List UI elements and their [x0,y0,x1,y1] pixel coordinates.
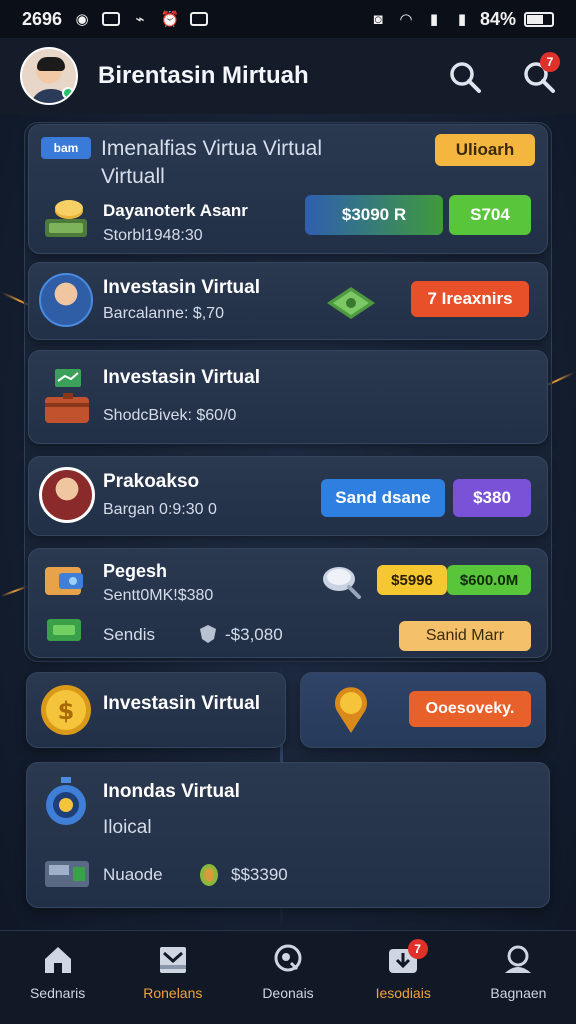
nav-label: Bagnaen [490,985,547,1001]
briefcase-chart-icon [45,369,89,423]
notification-badge: 7 [540,52,560,72]
row-1-amount-2[interactable]: S704 [449,195,531,235]
app-title: Birentasin Mirtuah [98,62,309,89]
bottom-card-line-label: Nuaode [103,865,163,884]
signal-icon: ⌁ [135,11,145,28]
row-2-subtitle: Barcalanne: $,70 [103,305,224,322]
investor-avatar [39,273,93,327]
cash-bill-icon [47,619,81,641]
svg-text:$: $ [58,697,75,725]
coin-search-icon [323,567,361,599]
cash-icon [327,287,375,319]
nav-label: Deonais [262,985,314,1001]
row-5-tag-2[interactable]: $600.0M [447,565,531,595]
status-bar: 2696 ◉ ⌁ ⏰ ◙ ◠ ▮ ▮ 84% [0,0,576,38]
row-3-subtitle: ShodcBivek: $60/0 [103,407,237,424]
bottom-card-subtitle: Iloical [103,817,152,838]
search-icon[interactable] [448,60,482,94]
online-status-icon [62,87,74,99]
row-4-button-2[interactable]: $380 [453,479,531,517]
inbox-icon [159,947,186,973]
battery-icon [524,11,554,27]
summary-title: Imenalfias Virtua Virtual [101,137,323,160]
data-saver-icon: ◉ [75,11,89,28]
nav-label: Ronelans [143,985,203,1001]
row-1-title: Dayanoterk Asanr [103,201,248,220]
investor-avatar [39,467,95,523]
cell-signal-2-icon: ▮ [457,11,467,28]
nfc-icon: ◙ [373,10,383,28]
home-icon [44,947,71,973]
row-4-subtitle: Bargan 0:9:30 0 [103,501,217,518]
row-4-button[interactable]: Sand dsane [321,479,445,517]
gallery-icon [102,12,121,26]
investment-tile[interactable]: $ Investasin Virtual [26,672,286,748]
register-icon [45,861,89,887]
investment-row[interactable]: Investasin Virtual ShodcBivek: $60/0 [28,350,548,444]
investment-card[interactable]: Inondas Virtual Iloical Nuaode $$3390 [26,762,550,908]
row-2-button[interactable]: 7 Ireaxnirs [411,281,529,317]
tile-right-button[interactable]: Ooesoveky. [409,691,531,727]
row-5-tag-1[interactable]: $5996 [377,565,447,595]
bottom-card-title: Inondas Virtual [103,781,240,802]
stopwatch-icon [46,777,86,825]
row-2-title: Investasin Virtual [103,277,260,298]
row-5-title: Pegesh [103,561,168,581]
row-5-line-value: -$3,080 [225,625,283,644]
investment-row[interactable]: Pegesh Sentt0MK!$380 $5996 $600.0M Sendi… [28,548,548,658]
gold-coin-icon: $ [41,685,91,735]
tile-left-title: Investasin Virtual [103,693,260,714]
wifi-icon: ◠ [400,11,412,28]
status-time: 2696 [22,8,63,29]
bottom-card-line-value: $$3390 [231,865,288,884]
nav-item-search[interactable]: Deonais [230,931,345,1024]
nav-label: Sednaris [29,985,86,1001]
investment-tile[interactable]: Ooesoveky. [300,672,546,748]
user-avatar[interactable] [20,47,78,105]
row-5-line-button[interactable]: Sanid Marr [399,621,531,651]
nav-item-home[interactable]: Sednaris [0,931,115,1024]
alarm-icon: ⏰ [160,11,180,28]
shield-icon [200,625,216,643]
photo-icon [190,12,209,26]
investment-row[interactable]: Prakoakso Bargan 0:9:30 0 Sand dsane $38… [28,456,548,536]
nav-item-inbox[interactable]: Ronelans [115,931,230,1024]
app-header: Birentasin Mirtuah 7 [0,38,576,114]
summary-tag: bam [41,137,91,159]
wallet-icon [45,567,83,595]
summary-card: bam Imenalfias Virtua Virtual Virtuall U… [28,124,548,254]
row-1-amount[interactable]: $3090 R [305,195,443,235]
money-stack-icon [45,200,87,237]
nav-item-profile[interactable]: Bagnaen [461,931,576,1024]
battery-percent: 84% [479,8,516,29]
investment-row[interactable]: Investasin Virtual Barcalanne: $,70 7 Ir… [28,262,548,340]
row-1-subtitle: Storbl1948:30 [103,227,203,244]
summary-title-2: Virtuall [101,165,165,188]
row-5-subtitle: Sentt0MK!$380 [103,587,214,604]
seed-icon [200,864,218,886]
profile-icon [505,945,532,973]
row-3-title: Investasin Virtual [103,367,260,388]
row-5-line-label: Sendis [103,625,155,644]
search-icon [274,944,302,972]
nav-item-downloads[interactable]: 7 Iesodiais [346,931,461,1024]
coin-pin-icon [335,687,367,733]
summary-button[interactable]: Ulioarh [435,134,535,166]
nav-badge: 7 [407,939,428,959]
bottom-navigation: Sednaris Ronelans Deonais 7 Iesodiais Ba… [0,930,576,1024]
row-4-title: Prakoakso [103,471,200,492]
cell-signal-icon: ▮ [429,11,439,28]
nav-label: Iesodiais [375,985,431,1001]
